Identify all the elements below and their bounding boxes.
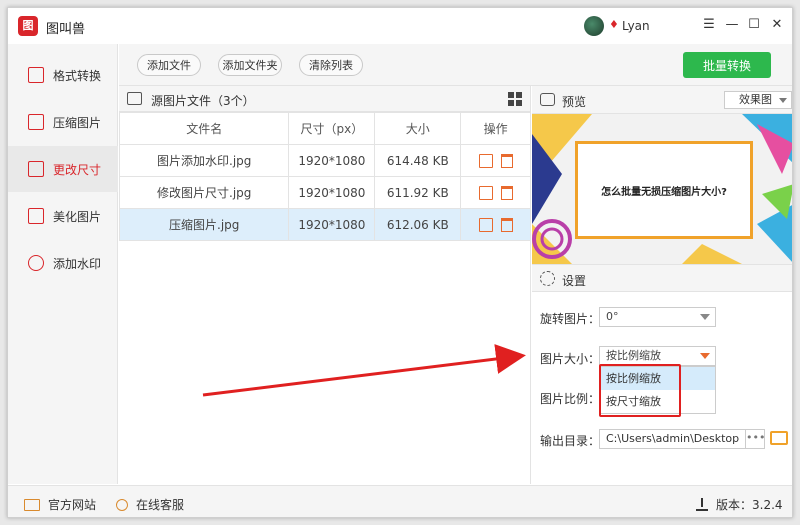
person-icon bbox=[116, 498, 128, 511]
row-actions bbox=[460, 208, 531, 241]
table-row[interactable]: 压缩图片.jpg 1920*1080 612.06 KB bbox=[118, 208, 531, 241]
username[interactable]: Lyan bbox=[622, 19, 650, 33]
preview-header: 预览 效果图 bbox=[532, 86, 792, 114]
vip-gem-icon: ♦ bbox=[609, 18, 619, 31]
file-dimensions: 1920*1080 bbox=[288, 144, 376, 177]
ratio-label: 图片比例： bbox=[540, 392, 601, 406]
column-header: 尺寸（px） bbox=[288, 112, 376, 145]
column-header: 操作 bbox=[460, 112, 531, 145]
size-value: 按比例缩放 bbox=[606, 349, 661, 362]
highlight-box bbox=[599, 364, 681, 417]
add-folder-button[interactable]: 添加文件夹 bbox=[218, 54, 282, 76]
more-dots-button[interactable]: ••• bbox=[745, 429, 765, 449]
settings-header: 设置 bbox=[532, 264, 792, 292]
row-actions bbox=[460, 176, 531, 209]
image-icon bbox=[127, 92, 142, 105]
sidebar: 格式转换 压缩图片 更改尺寸 美化图片 添加水印 bbox=[8, 44, 118, 484]
sidebar-item-label: 美化图片 bbox=[53, 209, 102, 224]
preview-card-text: 怎么批量无损压缩图片大小? bbox=[575, 141, 753, 239]
sidebar-item-label: 压缩图片 bbox=[53, 115, 102, 130]
trash-icon[interactable] bbox=[500, 185, 513, 200]
clear-list-button[interactable]: 清除列表 bbox=[299, 54, 363, 76]
file-name: 压缩图片.jpg bbox=[118, 208, 290, 241]
folder-icon[interactable] bbox=[770, 431, 788, 445]
open-external-icon[interactable] bbox=[478, 185, 493, 200]
settings-label: 设置 bbox=[562, 274, 587, 288]
sidebar-item-label: 添加水印 bbox=[53, 256, 102, 271]
eye-icon bbox=[540, 93, 555, 106]
sidebar-item-watermark[interactable]: 添加水印 bbox=[8, 240, 118, 286]
version-info[interactable]: 版本：3.2.4 bbox=[696, 496, 783, 513]
batch-convert-button[interactable]: 批量转换 bbox=[683, 52, 771, 78]
file-panel: 源图片文件（3个） 文件名 尺寸（px） 大小 操作 图片添加水印.jpg 19… bbox=[118, 86, 531, 484]
sidebar-item-label: 更改尺寸 bbox=[53, 162, 102, 177]
minimize-icon[interactable]: — bbox=[723, 16, 741, 34]
trash-icon[interactable] bbox=[500, 217, 513, 232]
compress-icon bbox=[28, 114, 44, 130]
support-label: 在线客服 bbox=[136, 498, 185, 512]
gear-icon bbox=[540, 271, 555, 286]
file-name: 修改图片尺寸.jpg bbox=[118, 176, 290, 209]
add-file-button[interactable]: 添加文件 bbox=[137, 54, 201, 76]
sidebar-item-compress[interactable]: 压缩图片 bbox=[8, 99, 118, 145]
maximize-icon[interactable]: ☐ bbox=[745, 16, 763, 34]
size-label: 图片大小： bbox=[540, 352, 601, 366]
official-website-link[interactable]: 官方网站 bbox=[24, 496, 96, 513]
file-size: 612.06 KB bbox=[374, 208, 462, 241]
open-external-icon[interactable] bbox=[478, 217, 493, 232]
toolbar: 添加文件 添加文件夹 清除列表 批量转换 bbox=[119, 44, 792, 86]
column-header: 大小 bbox=[374, 112, 462, 145]
menu-icon[interactable]: ☰ bbox=[700, 16, 718, 34]
online-support-link[interactable]: 在线客服 bbox=[116, 496, 184, 513]
table-row[interactable]: 修改图片尺寸.jpg 1920*1080 611.92 KB bbox=[118, 176, 531, 209]
file-table: 文件名 尺寸（px） 大小 操作 图片添加水印.jpg 1920*1080 61… bbox=[118, 112, 531, 241]
preview-label: 预览 bbox=[562, 95, 587, 109]
version-label: 版本：3.2.4 bbox=[716, 498, 783, 512]
open-external-icon[interactable] bbox=[478, 153, 493, 168]
file-dimensions: 1920*1080 bbox=[288, 208, 376, 241]
file-name: 图片添加水印.jpg bbox=[118, 144, 290, 177]
file-size: 611.92 KB bbox=[374, 176, 462, 209]
effect-select[interactable]: 效果图 bbox=[724, 91, 792, 109]
file-dimensions: 1920*1080 bbox=[288, 176, 376, 209]
rotate-select[interactable]: 0° bbox=[599, 307, 716, 327]
resize-icon bbox=[28, 161, 44, 177]
app-title: 图叫兽 bbox=[46, 22, 86, 37]
file-panel-header: 源图片文件（3个） bbox=[119, 86, 530, 112]
website-label: 官方网站 bbox=[48, 498, 97, 512]
chevron-down-icon bbox=[700, 353, 710, 359]
table-header-row: 文件名 尺寸（px） 大小 操作 bbox=[118, 112, 531, 145]
app-logo: 图 bbox=[18, 16, 38, 36]
monitor-icon bbox=[24, 498, 40, 511]
row-actions bbox=[460, 144, 531, 177]
beautify-icon bbox=[28, 208, 44, 224]
grid-view-icon[interactable] bbox=[508, 92, 522, 106]
avatar[interactable] bbox=[584, 16, 604, 36]
file-size: 614.48 KB bbox=[374, 144, 462, 177]
rotate-value: 0° bbox=[606, 310, 619, 323]
preview-image: 怎么批量无损压缩图片大小? bbox=[532, 114, 792, 264]
watermark-icon bbox=[28, 255, 44, 271]
title-bar: 图 图叫兽 ♦ Lyan ☰ — ☐ ✕ bbox=[8, 8, 792, 44]
rotate-label: 旋转图片： bbox=[540, 312, 601, 326]
download-icon bbox=[696, 498, 708, 511]
size-select[interactable]: 按比例缩放 bbox=[599, 346, 716, 366]
chevron-down-icon bbox=[700, 314, 710, 320]
trash-icon[interactable] bbox=[500, 153, 513, 168]
column-header: 文件名 bbox=[118, 112, 290, 145]
sidebar-item-beautify[interactable]: 美化图片 bbox=[8, 193, 118, 239]
status-bar: 官方网站 在线客服 版本：3.2.4 bbox=[8, 485, 792, 517]
table-row[interactable]: 图片添加水印.jpg 1920*1080 614.48 KB bbox=[118, 144, 531, 177]
file-panel-title: 源图片文件（3个） bbox=[151, 94, 255, 108]
sidebar-item-label: 格式转换 bbox=[53, 68, 102, 83]
close-icon[interactable]: ✕ bbox=[768, 16, 786, 34]
output-label: 输出目录： bbox=[540, 434, 601, 448]
app-window: 图 图叫兽 ♦ Lyan ☰ — ☐ ✕ 格式转换 压缩图片 更改尺寸 美化图片… bbox=[7, 7, 793, 518]
sidebar-item-resize[interactable]: 更改尺寸 bbox=[8, 146, 118, 192]
sidebar-item-format-convert[interactable]: 格式转换 bbox=[8, 52, 118, 98]
format-convert-icon bbox=[28, 67, 44, 83]
output-path-input[interactable]: C:\Users\admin\Desktop bbox=[599, 429, 765, 449]
